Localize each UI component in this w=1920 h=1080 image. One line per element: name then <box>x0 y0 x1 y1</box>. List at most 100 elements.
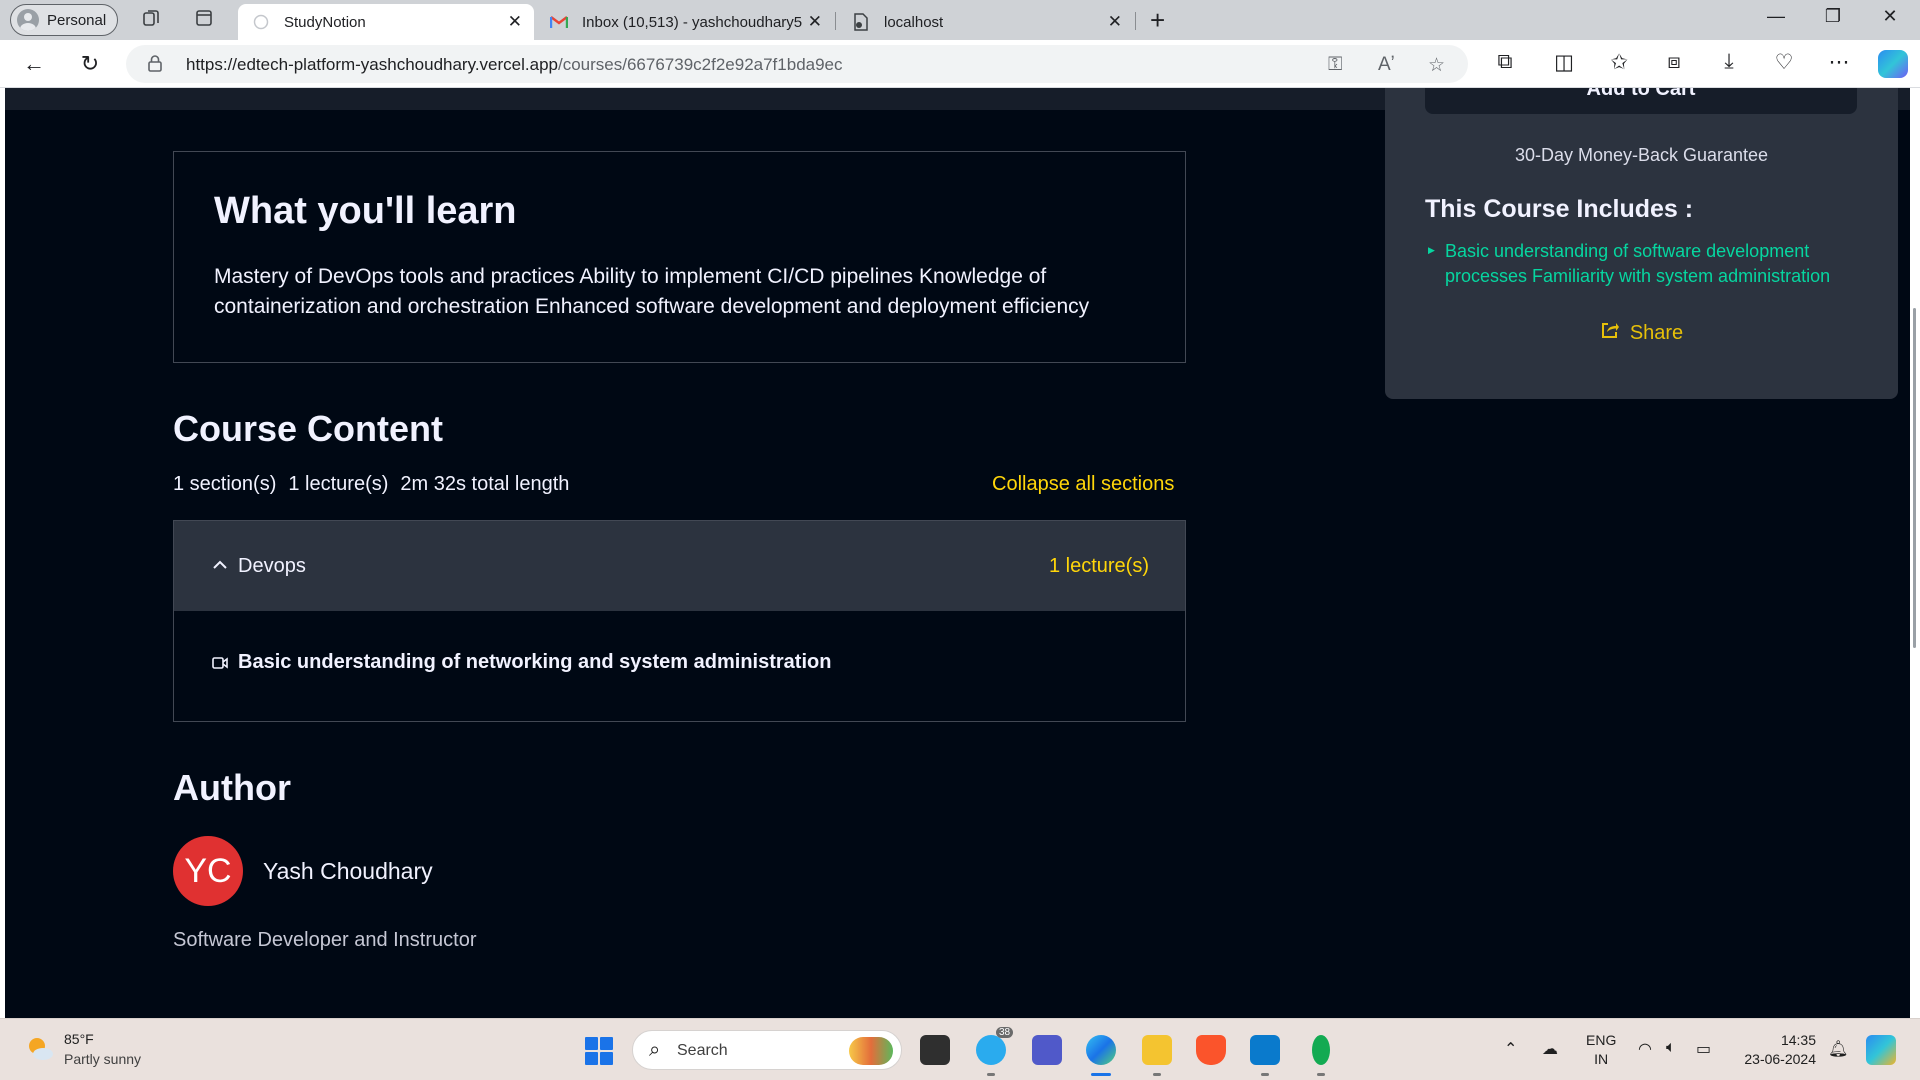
restore-icon[interactable]: ❐ <box>1818 6 1848 27</box>
tab-gmail-inbox[interactable]: Inbox (10,513) - yashchoudhary5 ✕ <box>536 4 834 40</box>
course-includes-heading: This Course Includes : <box>1425 195 1694 223</box>
favorites-icon[interactable]: ✩ <box>1605 50 1633 75</box>
more-options-icon[interactable]: ⋯ <box>1825 50 1853 75</box>
copilot-icon[interactable] <box>1878 50 1908 78</box>
split-screen-icon[interactable]: ◫ <box>1550 50 1578 75</box>
key-icon[interactable]: ⚿ <box>1328 54 1342 76</box>
wifi-icon[interactable]: ◠ <box>1638 1039 1652 1059</box>
course-section: Devops 1 lecture(s) Basic understanding … <box>173 520 1186 722</box>
tab-separator <box>1135 12 1136 30</box>
taskbar-search[interactable]: ⌕ Search <box>632 1030 902 1070</box>
partly-sunny-icon[interactable] <box>24 1033 56 1065</box>
browser-essentials-icon[interactable]: ♡ <box>1770 50 1798 75</box>
refresh-icon[interactable]: ↻ <box>76 50 104 78</box>
share-icon <box>1600 321 1620 345</box>
weather-temperature: 85°F <box>64 1031 94 1047</box>
profile-avatar-icon <box>17 9 39 31</box>
address-bar[interactable]: https://edtech-platform-yashchoudhary.ve… <box>126 45 1468 83</box>
close-window-icon[interactable]: ✕ <box>1875 6 1905 27</box>
course-includes-item: Basic understanding of software developm… <box>1445 241 1831 286</box>
time: 14:35 <box>1780 1032 1816 1048</box>
section-count: 1 section(s) <box>173 473 277 495</box>
url-path: /courses/6676739c2f2e92a7f1bda9ec <box>558 55 843 74</box>
tab-localhost[interactable]: localhost ✕ <box>838 4 1134 40</box>
tab-actions-icon[interactable] <box>192 8 216 32</box>
vscode-running-indicator <box>1261 1073 1269 1076</box>
onedrive-icon[interactable]: ☁ <box>1542 1039 1558 1059</box>
battery-icon[interactable]: ▭ <box>1696 1039 1711 1059</box>
favorite-star-icon[interactable]: ☆ <box>1428 54 1445 77</box>
scrollbar-thumb[interactable] <box>1913 308 1916 648</box>
extensions-icon[interactable]: ⧉ <box>1491 50 1519 74</box>
profile-button[interactable]: Personal <box>10 4 118 36</box>
edge-running-indicator <box>1091 1073 1111 1076</box>
add-to-cart-button[interactable]: Add to Cart <box>1425 88 1857 114</box>
telegram-icon[interactable] <box>976 1035 1006 1065</box>
tab-separator <box>835 12 836 30</box>
clock[interactable]: 14:35 23-06-2024 <box>1736 1031 1816 1069</box>
add-to-cart-label: Add to Cart <box>1586 88 1696 100</box>
read-aloud-icon[interactable]: Aʼ <box>1378 54 1395 76</box>
volume-icon[interactable]: 🔈︎ <box>1666 1039 1676 1057</box>
tab-title: Inbox (10,513) - yashchoudhary5 <box>582 13 802 31</box>
file-explorer-icon[interactable] <box>1142 1035 1172 1065</box>
author-name: Yash Choudhary <box>263 858 433 884</box>
course-purchase-card: Add to Cart 30-Day Money-Back Guarantee … <box>1385 88 1898 399</box>
vscode-icon[interactable] <box>1250 1035 1280 1065</box>
task-view-icon[interactable] <box>920 1035 950 1065</box>
back-icon[interactable]: ← <box>20 50 48 78</box>
total-length: 2m 32s total length <box>400 473 570 495</box>
video-icon <box>212 656 228 670</box>
notifications-bell-icon[interactable]: 🔔︎ <box>1828 1039 1848 1059</box>
course-details-page: What you'll learn Mastery of DevOps tool… <box>5 88 1915 1018</box>
windows-taskbar: 85°F Partly sunny ⌕ Search 38 ⌃ ☁ ENG IN… <box>0 1018 1920 1080</box>
caret-right-icon: ▶ <box>1428 245 1435 255</box>
explorer-running-indicator <box>1153 1073 1161 1076</box>
section-header[interactable]: Devops 1 lecture(s) <box>174 521 1185 611</box>
author-heading: Author <box>173 767 291 808</box>
language-code: ENG <box>1586 1032 1617 1048</box>
search-icon: ⌕ <box>649 1039 661 1061</box>
share-button[interactable]: Share <box>1385 321 1898 345</box>
gmail-icon <box>550 13 568 31</box>
brave-icon[interactable] <box>1196 1035 1226 1065</box>
lecture-item[interactable]: Basic understanding of networking and sy… <box>238 651 831 674</box>
show-hidden-icons-icon[interactable]: ⌃ <box>1504 1039 1517 1059</box>
mongodb-icon[interactable] <box>1312 1035 1330 1065</box>
section-lecture-count: 1 lecture(s) <box>1048 555 1149 577</box>
taskbar-search-label: Search <box>677 1042 728 1059</box>
tab-close-icon[interactable]: ✕ <box>808 12 822 32</box>
tab-close-icon[interactable]: ✕ <box>508 12 522 32</box>
telegram-badge: 38 <box>996 1027 1014 1038</box>
section-name: Devops <box>238 555 306 577</box>
edge-icon[interactable] <box>1086 1035 1116 1065</box>
learn-heading: What you'll learn <box>214 190 517 232</box>
lecture-count: 1 lecture(s) <box>288 473 389 495</box>
workspaces-icon[interactable] <box>139 8 163 32</box>
browser-tab-bar: Personal StudyNotion ✕ Inbox (10,513) - … <box>0 0 1920 40</box>
chevron-up-icon <box>210 555 230 575</box>
weather-description: Partly sunny <box>64 1051 142 1067</box>
teams-icon[interactable] <box>1032 1035 1062 1065</box>
search-highlight-icon <box>849 1037 893 1065</box>
learn-description: Mastery of DevOps tools and practices Ab… <box>214 265 1090 318</box>
tab-title: StudyNotion <box>284 13 366 31</box>
tab-studynotion[interactable]: StudyNotion ✕ <box>238 4 534 40</box>
author-avatar: YC <box>173 836 243 906</box>
input-language[interactable]: ENG IN <box>1586 1031 1616 1069</box>
address-toolbar: ← ↻ https://edtech-platform-yashchoudhar… <box>0 40 1920 88</box>
windows-start-icon[interactable] <box>585 1037 613 1065</box>
what-youll-learn-box: What you'll learn Mastery of DevOps tool… <box>173 151 1186 363</box>
copilot-taskbar-icon[interactable] <box>1866 1035 1896 1065</box>
mongodb-running-indicator <box>1317 1073 1325 1076</box>
url-host: https://edtech-platform-yashchoudhary.ve… <box>186 55 558 74</box>
page-scrollbar[interactable] <box>1910 88 1920 1018</box>
profile-label: Personal <box>47 11 107 29</box>
minimize-icon[interactable]: — <box>1761 6 1791 27</box>
collections-icon[interactable]: ⧈ <box>1660 50 1688 74</box>
lock-icon[interactable] <box>148 54 162 72</box>
tab-close-icon[interactable]: ✕ <box>1108 12 1122 32</box>
new-tab-button[interactable]: + <box>1150 6 1165 34</box>
download-icon[interactable]: ⤓ <box>1715 50 1743 74</box>
collapse-all-sections-button[interactable]: Collapse all sections <box>992 473 1174 496</box>
